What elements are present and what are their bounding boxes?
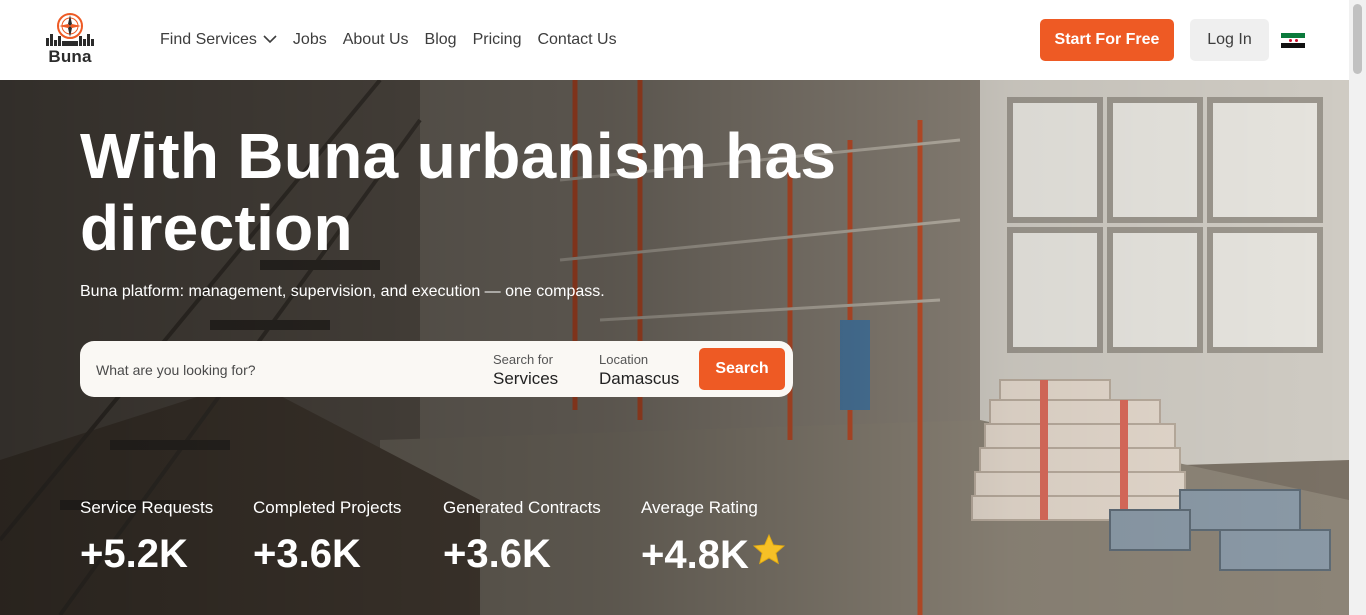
location-selector[interactable]: Location Damascus	[599, 352, 679, 389]
stat-completed-projects: Completed Projects +3.6K	[253, 498, 401, 577]
stat-label: Average Rating	[641, 498, 758, 517]
main-nav: Find Services Jobs About Us Blog Pricing…	[160, 0, 633, 80]
site-header: Buna Find Services Jobs About Us Blog Pr…	[0, 0, 1349, 80]
nav-blog[interactable]: Blog	[425, 31, 457, 49]
search-button[interactable]: Search	[699, 348, 785, 390]
hero-title: With Buna urbanism has direction	[80, 120, 837, 264]
stat-value: +3.6K	[253, 532, 361, 576]
syria-flag-icon[interactable]	[1281, 33, 1305, 48]
nav-jobs[interactable]: Jobs	[293, 31, 327, 49]
stat-label: Completed Projects	[253, 498, 402, 517]
nav-pricing[interactable]: Pricing	[473, 31, 522, 49]
hero-section: With Buna urbanism has direction Buna pl…	[0, 80, 1349, 615]
search-for-label: Search for	[493, 352, 553, 367]
nav-find-services[interactable]: Find Services	[160, 31, 277, 49]
start-for-free-button[interactable]: Start For Free	[1040, 19, 1174, 61]
location-value: Damascus	[599, 369, 680, 388]
star-icon	[751, 532, 787, 578]
stat-average-rating: Average Rating +4.8K	[641, 498, 787, 578]
nav-about-us[interactable]: About Us	[343, 31, 409, 49]
stat-value: +5.2K	[80, 532, 188, 576]
nav-contact-us[interactable]: Contact Us	[537, 31, 616, 49]
scrollbar-thumb[interactable]	[1353, 4, 1362, 74]
search-input[interactable]	[96, 359, 466, 381]
stat-label: Service Requests	[80, 498, 214, 517]
location-label: Location	[599, 352, 649, 367]
logo[interactable]: Buna	[44, 12, 96, 68]
logo-text: Buna	[48, 47, 92, 66]
page-scrollbar[interactable]	[1349, 0, 1366, 615]
hero-subtitle: Buna platform: management, supervision, …	[80, 283, 605, 300]
nav-label: Find Services	[160, 31, 257, 48]
log-in-button[interactable]: Log In	[1190, 19, 1269, 61]
stat-generated-contracts: Generated Contracts +3.6K	[443, 498, 601, 577]
search-for-value: Services	[493, 369, 559, 388]
stat-service-requests: Service Requests +5.2K	[80, 498, 213, 577]
stat-value-wrap: +5.2K	[80, 532, 213, 577]
chevron-down-icon	[263, 31, 277, 49]
compass-skyline-icon	[46, 13, 94, 46]
search-for-selector[interactable]: Search for Services	[493, 352, 558, 389]
stat-value-wrap: +3.6K	[253, 532, 401, 577]
stat-value: +4.8K	[641, 532, 749, 577]
stat-value: +3.6K	[443, 532, 551, 576]
search-bar: Search for Services Location Damascus Se…	[80, 341, 793, 397]
stat-value-wrap: +4.8K	[641, 532, 787, 578]
stat-label: Generated Contracts	[443, 498, 601, 517]
stat-value-wrap: +3.6K	[443, 532, 601, 577]
